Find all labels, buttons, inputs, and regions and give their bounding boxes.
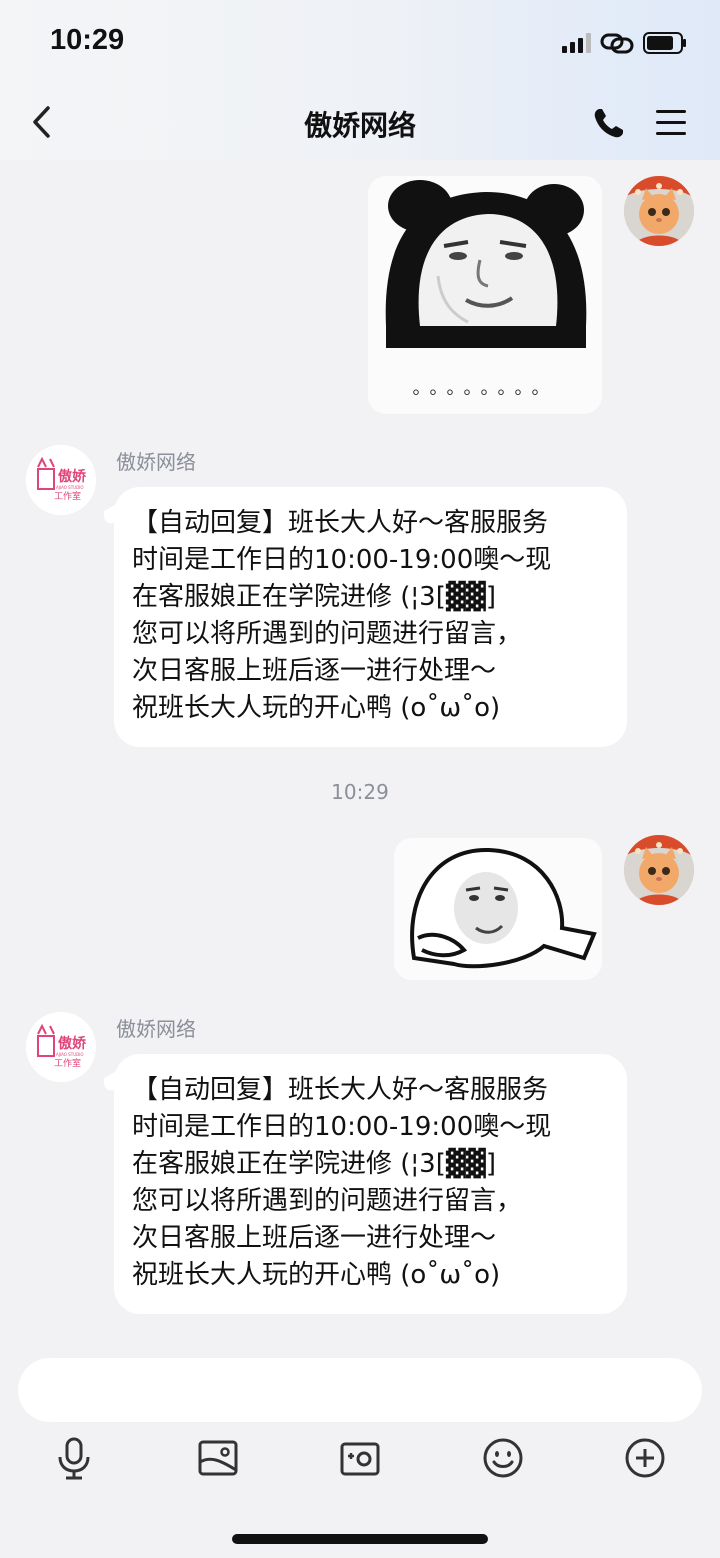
camera-icon bbox=[340, 1442, 380, 1476]
emoji-button[interactable] bbox=[481, 1436, 525, 1480]
signal-icon bbox=[562, 33, 591, 53]
logo-text-main: 傲娇 bbox=[58, 468, 87, 485]
logo-text-main: 傲娇 bbox=[58, 1035, 87, 1052]
message-timestamp: 10:29 bbox=[331, 780, 389, 804]
voice-button[interactable] bbox=[52, 1436, 96, 1480]
sender-avatar[interactable]: 傲娇 AJIAO STUDIO 工作室 bbox=[26, 445, 96, 515]
input-area bbox=[0, 1340, 720, 1558]
status-indicators bbox=[562, 32, 686, 54]
logo-text-sub: 工作室 bbox=[54, 1057, 81, 1069]
auto-reply-message[interactable]: 【自动回复】班长大人好～客服服务 时间是工作日的10:00-19:00噢～现 在… bbox=[114, 1054, 627, 1314]
image-icon bbox=[198, 1440, 238, 1476]
image-button[interactable] bbox=[196, 1436, 240, 1480]
studio-logo: 傲娇 AJIAO STUDIO 工作室 bbox=[26, 1012, 96, 1082]
sticker-caption: 。。。。。。。。 bbox=[412, 378, 558, 399]
logo-text-sub: 工作室 bbox=[54, 490, 81, 502]
studio-logo: 傲娇 AJIAO STUDIO 工作室 bbox=[26, 445, 96, 515]
meme-face-image bbox=[394, 838, 602, 980]
sender-avatar[interactable]: 傲娇 AJIAO STUDIO 工作室 bbox=[26, 1012, 96, 1082]
status-bar: 10:29 bbox=[0, 0, 720, 86]
emoji-icon bbox=[483, 1438, 523, 1478]
status-time: 10:29 bbox=[50, 24, 125, 56]
camera-button[interactable] bbox=[338, 1436, 382, 1480]
plus-circle-icon bbox=[625, 1438, 665, 1478]
status-icons bbox=[560, 30, 690, 56]
my-avatar[interactable] bbox=[624, 835, 694, 905]
auto-reply-message[interactable]: 【自动回复】班长大人好～客服服务 时间是工作日的10:00-19:00噢～现 在… bbox=[114, 487, 627, 747]
logo-text-small: AJIAO STUDIO bbox=[56, 1052, 84, 1057]
my-avatar[interactable] bbox=[624, 176, 694, 246]
battery-icon bbox=[643, 32, 686, 54]
nav-bar: 傲娇网络 bbox=[0, 86, 720, 160]
panda-meme-image bbox=[368, 176, 602, 366]
call-button[interactable] bbox=[592, 106, 626, 140]
microphone-icon bbox=[58, 1437, 90, 1480]
hamburger-menu-icon bbox=[656, 110, 686, 135]
home-indicator[interactable] bbox=[232, 1534, 488, 1544]
more-button[interactable] bbox=[623, 1436, 667, 1480]
cat-avatar-image bbox=[624, 176, 694, 246]
sent-sticker-meme[interactable] bbox=[394, 838, 602, 980]
sender-name: 傲娇网络 bbox=[116, 450, 196, 474]
logo-text-small: AJIAO STUDIO bbox=[56, 485, 84, 490]
link-icon bbox=[600, 33, 634, 54]
sent-sticker-panda[interactable]: 。。。。。。。。 bbox=[368, 176, 602, 414]
message-input[interactable] bbox=[18, 1358, 702, 1422]
cat-avatar-image bbox=[624, 835, 694, 905]
phone-icon bbox=[594, 109, 623, 138]
sender-name: 傲娇网络 bbox=[116, 1017, 196, 1041]
menu-button[interactable] bbox=[654, 108, 688, 138]
